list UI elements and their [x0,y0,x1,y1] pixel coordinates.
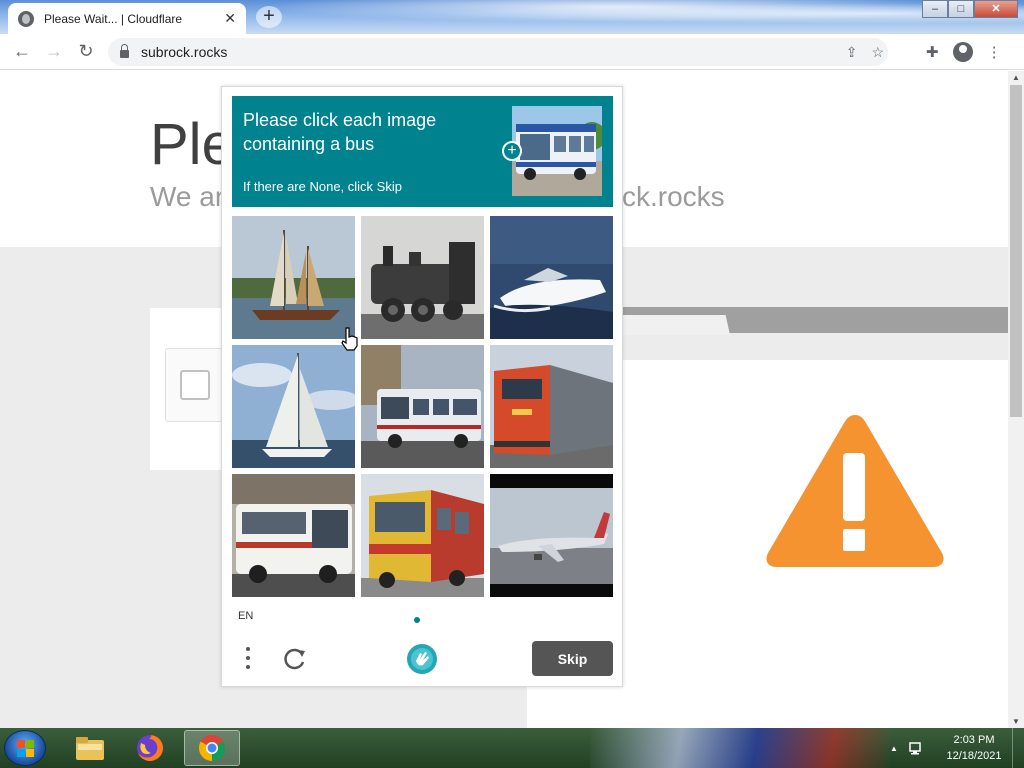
window-controls: – □ ✕ [922,0,1018,18]
firefox-taskbar-button[interactable] [122,730,178,766]
captcha-tile-8[interactable] [361,474,484,597]
browser-titlebar: Please Wait... | Cloudflare ✕ + – □ ✕ [0,0,1024,34]
share-icon[interactable]: ⇪ [846,44,858,61]
gray-bar-tab [620,315,730,335]
captcha-tile-2[interactable] [361,216,484,339]
hand-cursor-icon [341,327,358,351]
windows-taskbar: ▲ 2:03 PM 12/18/2021 [0,728,1024,768]
firefox-icon [137,735,163,761]
captcha-image-grid [232,216,613,597]
hcaptcha-logo-icon [407,644,437,674]
example-bus-image [512,106,602,196]
windows-logo-icon [17,740,34,757]
captcha-tile-4[interactable] [232,345,355,468]
captcha-tile-5[interactable] [361,345,484,468]
page-subtitle-right: ck.rocks [622,181,725,212]
forward-arrow-icon[interactable]: → [38,41,70,62]
captcha-challenge: Please click each image containing a bus… [221,86,623,687]
close-tab-icon[interactable]: ✕ [224,10,236,27]
system-tray: ▲ [890,728,924,768]
bookmark-star-icon[interactable]: ☆ [871,44,884,61]
minimize-button[interactable]: – [922,0,948,18]
captcha-tile-3[interactable] [490,216,613,339]
show-desktop-button[interactable] [1012,728,1024,768]
skip-button[interactable]: Skip [532,641,613,676]
scroll-down-arrow-icon[interactable]: ▼ [1012,717,1020,726]
new-tab-button[interactable]: + [256,6,282,28]
captcha-tile-1[interactable] [232,216,355,339]
taskbar-clock[interactable]: 2:03 PM 12/18/2021 [940,732,1008,764]
refresh-challenge-icon[interactable] [282,646,308,672]
address-bar[interactable]: subrock.rocks ⇪ ☆ [108,38,888,66]
language-selector[interactable]: EN [238,610,253,622]
captcha-tile-9[interactable] [490,474,613,597]
browser-tab[interactable]: Please Wait... | Cloudflare ✕ [8,3,246,34]
clock-time: 2:03 PM [953,734,995,746]
globe-icon [18,10,34,27]
back-arrow-icon[interactable]: ← [6,41,38,62]
captcha-prompt-text: Please click each image containing a bus [243,110,437,154]
page-scrollbar[interactable]: ▲ ▼ [1008,71,1024,728]
captcha-tile-6[interactable] [490,345,613,468]
toolbar-right-actions: ✚ ⋮ [926,42,1002,62]
taskbar-wallpaper [590,728,890,768]
captcha-checkbox[interactable] [180,370,210,400]
warning-triangle-icon [766,415,944,567]
captcha-menu-icon[interactable] [246,647,252,673]
tab-title: Please Wait... | Cloudflare [44,11,183,26]
lock-icon[interactable] [120,44,129,58]
url-text[interactable]: subrock.rocks [141,44,227,60]
clock-date: 12/18/2021 [946,750,1002,762]
browser-toolbar: ← → ↻ subrock.rocks ⇪ ☆ ✚ ⋮ [0,34,1024,70]
file-explorer-taskbar-button[interactable] [62,730,118,766]
close-window-button[interactable]: ✕ [974,0,1018,18]
profile-avatar-icon[interactable] [952,42,973,62]
captcha-tile-7[interactable] [232,474,355,597]
expand-example-plus-icon[interactable]: + [502,141,522,161]
reload-icon[interactable]: ↻ [70,41,102,62]
omnibox-actions: ⇪ ☆ [846,44,884,61]
captcha-prompt-subtext: If there are None, click Skip [243,179,402,194]
page-indicator-dot [414,617,420,623]
captcha-prompt: Please click each image containing a bus… [232,96,613,207]
extensions-puzzle-icon[interactable]: ✚ [926,43,939,61]
scroll-up-arrow-icon[interactable]: ▲ [1012,73,1020,82]
tray-expand-icon[interactable]: ▲ [890,744,898,753]
folder-icon [76,737,104,760]
menu-kebab-icon[interactable]: ⋮ [987,43,1002,61]
page-subtitle-left: We ar [150,181,225,212]
maximize-button[interactable]: □ [948,0,974,18]
network-icon[interactable] [908,740,924,756]
chrome-taskbar-button[interactable] [184,730,240,766]
start-button[interactable] [4,730,46,766]
chrome-icon [198,734,226,762]
scrollbar-thumb[interactable] [1010,85,1022,417]
